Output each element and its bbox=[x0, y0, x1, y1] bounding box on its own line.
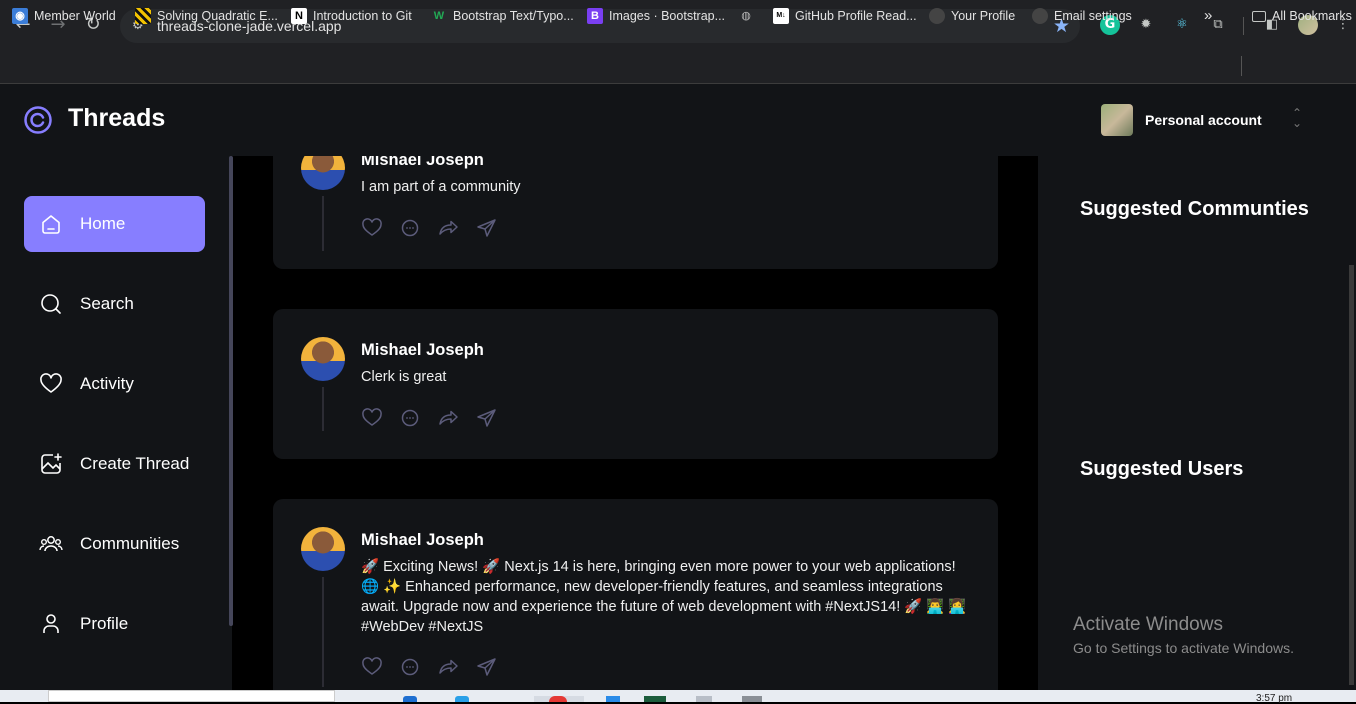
bookmark-email-settings[interactable]: Email settings bbox=[1032, 6, 1132, 26]
thread-line bbox=[322, 387, 324, 431]
bookmark-globe[interactable]: ◍ bbox=[738, 6, 754, 26]
heart-icon[interactable] bbox=[361, 217, 383, 239]
sidebar-item-activity[interactable]: Activity bbox=[24, 356, 205, 412]
bookmarks-divider bbox=[1241, 56, 1242, 76]
bookmark-member-world[interactable]: ◉ Member World bbox=[12, 6, 116, 26]
sidebar-item-label: Search bbox=[80, 294, 134, 313]
repost-icon[interactable] bbox=[437, 217, 459, 239]
thread-line bbox=[322, 577, 324, 687]
thread-line bbox=[322, 196, 324, 251]
taskbar-app-icon[interactable] bbox=[606, 696, 620, 702]
heart-icon[interactable] bbox=[361, 656, 383, 678]
suggested-communities-heading: Suggested Communties bbox=[1080, 198, 1309, 220]
sidebar-item-home[interactable]: Home bbox=[24, 196, 205, 252]
thread-actions bbox=[361, 217, 497, 239]
thread-author[interactable]: Mishael Joseph bbox=[361, 531, 484, 550]
github-icon bbox=[1032, 8, 1048, 24]
taskbar-app-icon[interactable] bbox=[403, 696, 417, 702]
stripes-icon bbox=[135, 8, 151, 24]
share-icon[interactable] bbox=[475, 656, 497, 678]
thread-text: I am part of a community bbox=[361, 179, 521, 195]
taskbar-app-icon[interactable] bbox=[455, 696, 469, 702]
bookmark-bootstrap-text[interactable]: W Bootstrap Text/Typo... bbox=[431, 6, 574, 26]
suggested-users-heading: Suggested Users bbox=[1080, 458, 1244, 480]
bookmark-github-readme[interactable]: M↓ GitHub Profile Read... bbox=[773, 6, 917, 26]
sidebar-item-label: Home bbox=[80, 214, 126, 233]
all-bookmarks[interactable]: All Bookmarks bbox=[1252, 6, 1352, 26]
taskbar-app-icon[interactable] bbox=[644, 696, 666, 702]
thread-card: Mishael Joseph Clerk is great bbox=[273, 309, 998, 459]
author-avatar[interactable] bbox=[301, 156, 345, 190]
author-avatar[interactable] bbox=[301, 337, 345, 381]
thread-author[interactable]: Mishael Joseph bbox=[361, 156, 484, 170]
reply-icon[interactable] bbox=[399, 407, 421, 429]
chrome-taskbar-icon[interactable] bbox=[549, 696, 567, 702]
taskbar-app-icon[interactable] bbox=[696, 696, 712, 702]
notion-icon: N bbox=[291, 8, 307, 24]
thread-actions bbox=[361, 656, 497, 678]
reply-icon[interactable] bbox=[399, 656, 421, 678]
github-icon bbox=[929, 8, 945, 24]
sidebar-item-label: Profile bbox=[80, 614, 129, 633]
share-icon[interactable] bbox=[475, 217, 497, 239]
readme-icon: M↓ bbox=[773, 8, 789, 24]
heart-icon[interactable] bbox=[361, 407, 383, 429]
bootstrap-icon: B bbox=[587, 8, 603, 24]
taskbar-search-box[interactable] bbox=[48, 690, 335, 702]
activate-windows-title: Activate Windows bbox=[1073, 614, 1223, 635]
thread-card: Mishael Joseph 🚀 Exciting News! 🚀 Next.j… bbox=[273, 499, 998, 692]
right-sidebar bbox=[1038, 156, 1356, 692]
chevron-updown-icon[interactable]: ⌃ ⌄ bbox=[1292, 107, 1302, 129]
bookmarks-overflow-icon[interactable]: » bbox=[1204, 6, 1212, 26]
home-icon bbox=[42, 215, 60, 234]
page-scrollbar[interactable] bbox=[1349, 265, 1354, 685]
w-icon: W bbox=[433, 10, 445, 22]
account-switcher-label[interactable]: Personal account bbox=[1145, 112, 1262, 128]
search-icon bbox=[41, 294, 61, 314]
thread-text: Clerk is great bbox=[361, 369, 447, 385]
thread-feed: Mishael Joseph I am part of a community … bbox=[233, 156, 1038, 692]
bookmark-bootstrap-images[interactable]: B Images · Bootstrap... bbox=[587, 6, 725, 26]
app-title[interactable]: Threads bbox=[68, 104, 165, 133]
thread-author[interactable]: Mishael Joseph bbox=[361, 341, 484, 360]
folder-icon bbox=[1252, 10, 1266, 22]
reply-icon[interactable] bbox=[399, 217, 421, 239]
sidebar-item-search[interactable]: Search bbox=[24, 276, 205, 332]
activate-windows-subtitle: Go to Settings to activate Windows. bbox=[1073, 640, 1294, 656]
sidebar-item-label: Activity bbox=[80, 374, 134, 393]
member-world-icon: ◉ bbox=[12, 8, 28, 24]
thread-actions bbox=[361, 407, 497, 429]
taskbar-app-icon[interactable] bbox=[742, 696, 762, 702]
sidebar-item-communities[interactable]: Communities bbox=[24, 516, 205, 572]
profile-icon bbox=[43, 614, 59, 633]
sidebar-item-label: Create Thread bbox=[80, 454, 190, 473]
thread-text: 🚀 Exciting News! 🚀 Next.js 14 is here, b… bbox=[361, 559, 967, 635]
sidebar-item-label: Communities bbox=[80, 534, 180, 553]
share-icon[interactable] bbox=[475, 407, 497, 429]
repost-icon[interactable] bbox=[437, 407, 459, 429]
create-thread-icon bbox=[41, 453, 62, 474]
toolbar-divider bbox=[1243, 17, 1244, 35]
thread-card: Mishael Joseph I am part of a community bbox=[273, 156, 998, 269]
bookmarks-bar bbox=[0, 50, 1356, 84]
bookmark-git[interactable]: N Introduction to Git bbox=[291, 6, 412, 26]
account-avatar[interactable] bbox=[1101, 104, 1133, 136]
bookmark-your-profile[interactable]: Your Profile bbox=[929, 6, 1015, 26]
extension-gear-icon[interactable]: ✹ bbox=[1136, 15, 1156, 35]
sidebar-item-create-thread[interactable]: Create Thread bbox=[24, 436, 205, 492]
globe-icon: ◍ bbox=[741, 9, 751, 22]
repost-icon[interactable] bbox=[437, 656, 459, 678]
bookmark-quadratic[interactable]: Solving Quadratic E... bbox=[135, 6, 278, 26]
taskbar-clock[interactable]: 3:57 pm bbox=[1256, 693, 1292, 704]
heart-icon bbox=[40, 373, 62, 393]
react-devtools-icon[interactable]: ⚛ bbox=[1172, 15, 1192, 35]
sidebar-item-profile[interactable]: Profile bbox=[24, 596, 205, 652]
communities-icon bbox=[39, 536, 63, 552]
author-avatar[interactable] bbox=[301, 527, 345, 571]
threads-logo-icon[interactable] bbox=[24, 106, 52, 134]
